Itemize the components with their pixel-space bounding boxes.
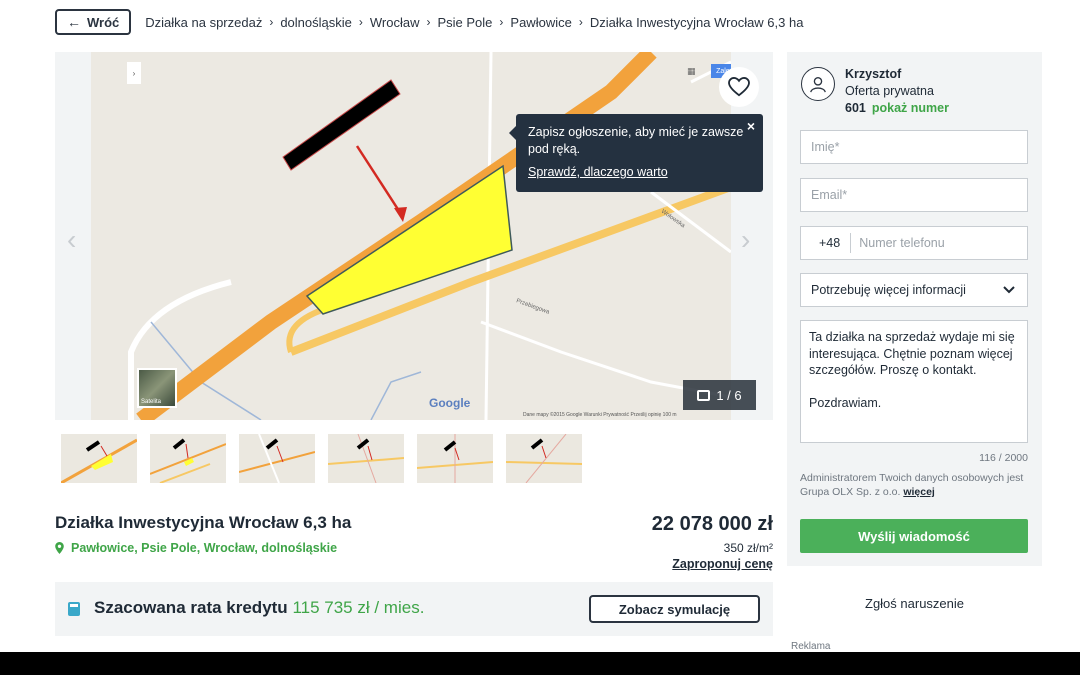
send-message-button[interactable]: Wyślij wiadomość: [800, 519, 1028, 553]
chevron-down-icon: [1003, 286, 1015, 294]
location-text: Pawłowice, Psie Pole, Wrocław, dolnośląs…: [71, 541, 338, 555]
inquiry-type-select[interactable]: Potrzebuję więcej informacji: [800, 273, 1028, 307]
map-pin-icon: [55, 542, 64, 554]
breadcrumb-item[interactable]: Działka na sprzedaż: [145, 15, 262, 30]
chevron-right-icon: ›: [358, 15, 363, 29]
seller-type: Oferta prywatna: [845, 84, 934, 98]
breadcrumb: Działka na sprzedaż › dolnośląskie › Wro…: [145, 15, 803, 30]
listing-title: Działka Inwestycyjna Wrocław 6,3 ha: [55, 513, 352, 532]
message-textarea[interactable]: Ta działka na sprzedaż wydaje mi się int…: [800, 320, 1028, 443]
propose-price-link[interactable]: Zaproponuj cenę: [672, 557, 773, 571]
photos-icon: [697, 389, 711, 401]
chevron-left-icon[interactable]: ‹: [67, 224, 76, 256]
thumbnail-3[interactable]: [239, 434, 315, 483]
gdpr-more-link[interactable]: więcej: [903, 486, 935, 498]
phone-placeholder: Numer telefonu: [859, 236, 945, 250]
credit-label-text: Szacowana rata kredytu: [94, 598, 288, 617]
chevron-right-icon: ›: [578, 15, 583, 29]
select-value: Potrzebuję więcej informacji: [811, 283, 966, 297]
photo-counter-text: 1 / 6: [716, 387, 742, 403]
thumbnail-6[interactable]: [506, 434, 582, 483]
listing-location: Pawłowice, Psie Pole, Wrocław, dolnośląs…: [55, 541, 337, 555]
map-drawing: Przebiegowa Wołowska: [91, 52, 731, 420]
thumbnail-image: [150, 438, 226, 483]
main-photo-map[interactable]: Przebiegowa Wołowska › ▦ Zaloguj się Sat…: [91, 52, 731, 420]
photo-gallery: ‹ Przebiegowa Wołowska › ▦ Zaloguj się S…: [55, 52, 773, 420]
see-simulation-button[interactable]: Zobacz symulację: [589, 595, 760, 623]
satellite-toggle[interactable]: Satelita: [137, 368, 177, 408]
photo-counter: 1 / 6: [683, 380, 756, 410]
credit-label: Szacowana rata kredytu 115 735 zł / mies…: [94, 598, 424, 618]
back-label: Wróć: [87, 14, 120, 30]
ad-label: Reklama: [791, 641, 831, 652]
seller-name: Krzysztof: [845, 67, 902, 81]
thumbnail-5[interactable]: [417, 434, 493, 483]
credit-value: 115 735 zł / mies.: [292, 598, 425, 617]
gdpr-notice: Administratorem Twoich danych osobowych …: [800, 471, 1030, 499]
tooltip-text: Zapisz ogłoszenie, aby mieć je zawsze po…: [528, 125, 744, 156]
breadcrumb-item[interactable]: Wrocław: [370, 15, 420, 30]
report-link[interactable]: Zgłoś naruszenie: [787, 596, 1042, 611]
breadcrumb-item-current[interactable]: Działka Inwestycyjna Wrocław 6,3 ha: [590, 15, 804, 30]
breadcrumb-item[interactable]: Pawłowice: [510, 15, 571, 30]
breadcrumb-item[interactable]: Psie Pole: [437, 15, 492, 30]
thumbnail-image: [506, 434, 582, 483]
thumbnail-strip: [61, 434, 582, 483]
thumbnail-image: [417, 434, 493, 483]
tooltip-link[interactable]: Sprawdź, dlaczego warto: [528, 164, 751, 181]
map-attribution: Dane mapy ©2015 Google Warunki Prywatnoś…: [523, 412, 677, 418]
breadcrumb-item[interactable]: dolnośląskie: [280, 15, 352, 30]
favorite-button[interactable]: [719, 67, 759, 107]
thumbnail-2[interactable]: [150, 434, 226, 483]
user-icon: [810, 77, 826, 93]
contact-panel: Krzysztof Oferta prywatna 601 pokaż numer…: [787, 52, 1042, 566]
heart-icon: [728, 77, 750, 97]
avatar: [801, 67, 835, 101]
chevron-right-icon: ›: [269, 15, 274, 29]
google-logo: Google: [429, 396, 471, 410]
thumbnail-4[interactable]: [328, 434, 404, 483]
arrow-left-icon: ←: [67, 14, 81, 30]
calculator-icon: [68, 602, 80, 616]
save-tooltip: × Zapisz ogłoszenie, aby mieć je zawsze …: [509, 114, 763, 192]
show-number-link[interactable]: pokaż numer: [872, 101, 949, 115]
chevron-right-icon[interactable]: ›: [741, 224, 750, 256]
email-field[interactable]: Email*: [800, 178, 1028, 212]
phone-field[interactable]: +48 Numer telefonu: [800, 226, 1028, 260]
phone-prefix: 601: [845, 101, 866, 115]
map-expand-icon[interactable]: ›: [127, 62, 141, 84]
apps-grid-icon[interactable]: ▦: [687, 66, 696, 77]
price-per-sqm: 350 zł/m²: [723, 541, 773, 555]
phone-country-code: +48: [819, 236, 841, 250]
credit-estimate-box: Szacowana rata kredytu 115 735 zł / mies…: [55, 582, 773, 636]
satellite-label: Satelita: [141, 399, 162, 405]
bottom-black-bar: [0, 652, 1080, 675]
name-field[interactable]: Imię*: [800, 130, 1028, 164]
divider: [850, 233, 852, 253]
thumbnail-image: [328, 434, 404, 483]
thumbnail-1[interactable]: [61, 434, 137, 483]
back-button[interactable]: ← Wróć: [55, 9, 132, 35]
thumbnail-image: [239, 434, 315, 483]
chevron-right-icon: ›: [426, 15, 431, 29]
thumbnail-image: [61, 438, 137, 483]
char-count: 116 / 2000: [979, 452, 1028, 464]
close-icon[interactable]: ×: [747, 118, 755, 135]
breadcrumb-bar: ← Wróć Działka na sprzedaż › dolnośląski…: [55, 9, 803, 35]
chevron-right-icon: ›: [499, 15, 504, 29]
seller-phone: 601 pokaż numer: [845, 101, 949, 115]
listing-price: 22 078 000 zł: [651, 513, 773, 535]
